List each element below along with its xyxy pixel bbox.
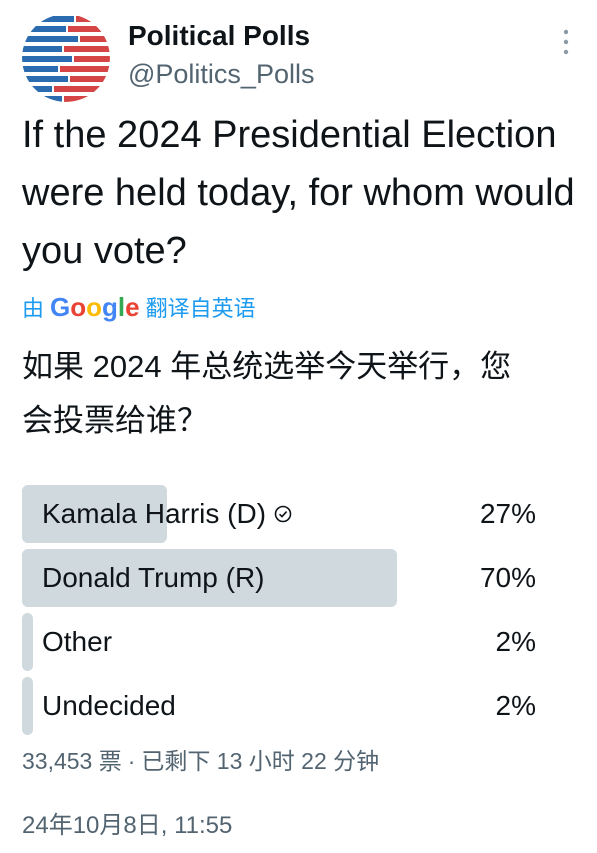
translate-prefix: 由 [22, 296, 45, 321]
poll-option-label: Kamala Harris (D) [42, 485, 292, 543]
poll-option-percent: 2% [495, 626, 536, 657]
account-handle[interactable]: @Politics_Polls [128, 54, 314, 94]
poll-option: Undecided 2% [22, 677, 542, 735]
striped-globe-logo-icon [22, 14, 110, 102]
more-options-button[interactable] [561, 28, 571, 56]
poll-option-bar [22, 613, 33, 671]
tweet-header: Political Polls @Politics_Polls [22, 14, 577, 104]
poll-option-label: Other [42, 626, 113, 657]
poll-option: Donald Trump (R) 70% [22, 549, 542, 607]
poll-option-percent: 70% [479, 562, 536, 593]
account-names: Political Polls @Politics_Polls [128, 18, 314, 94]
check-circle-icon [274, 505, 292, 522]
poll-option-percent: 27% [479, 498, 536, 529]
vertical-ellipsis-icon [563, 29, 569, 55]
vote-count: 33,453 票 [22, 748, 122, 774]
display-name[interactable]: Political Polls [128, 18, 314, 54]
poll-option: Other 2% [22, 613, 542, 671]
google-logo: Google [50, 292, 140, 322]
poll-option-bar [22, 677, 33, 735]
poll-option-label: Undecided [42, 690, 176, 721]
poll-option-label: Donald Trump (R) [42, 562, 265, 593]
poll-option: Kamala Harris (D) 27% [22, 485, 542, 543]
translated-text: 如果 2024 年总统选举今天举行，您会投票给谁？ [22, 349, 512, 438]
poll-meta: 33,453 票 · 已剩下 13 小时 22 分钟 [22, 745, 379, 777]
tweet-text: If the 2024 Presidential Election were h… [22, 114, 575, 272]
poll: Kamala Harris (D) 27% Donald Trump (R) 7… [22, 485, 542, 741]
tweet-timestamp[interactable]: 24年10月8日, 11:55 [22, 810, 232, 842]
translate-suffix: 翻译自英语 [145, 296, 256, 321]
avatar[interactable] [22, 14, 110, 102]
translation-attribution[interactable]: 由 Google 翻译自英语 [22, 292, 256, 324]
time-remaining: 已剩下 13 小时 22 分钟 [141, 748, 380, 774]
separator-dot: · [127, 748, 136, 774]
poll-option-percent: 2% [495, 690, 536, 721]
